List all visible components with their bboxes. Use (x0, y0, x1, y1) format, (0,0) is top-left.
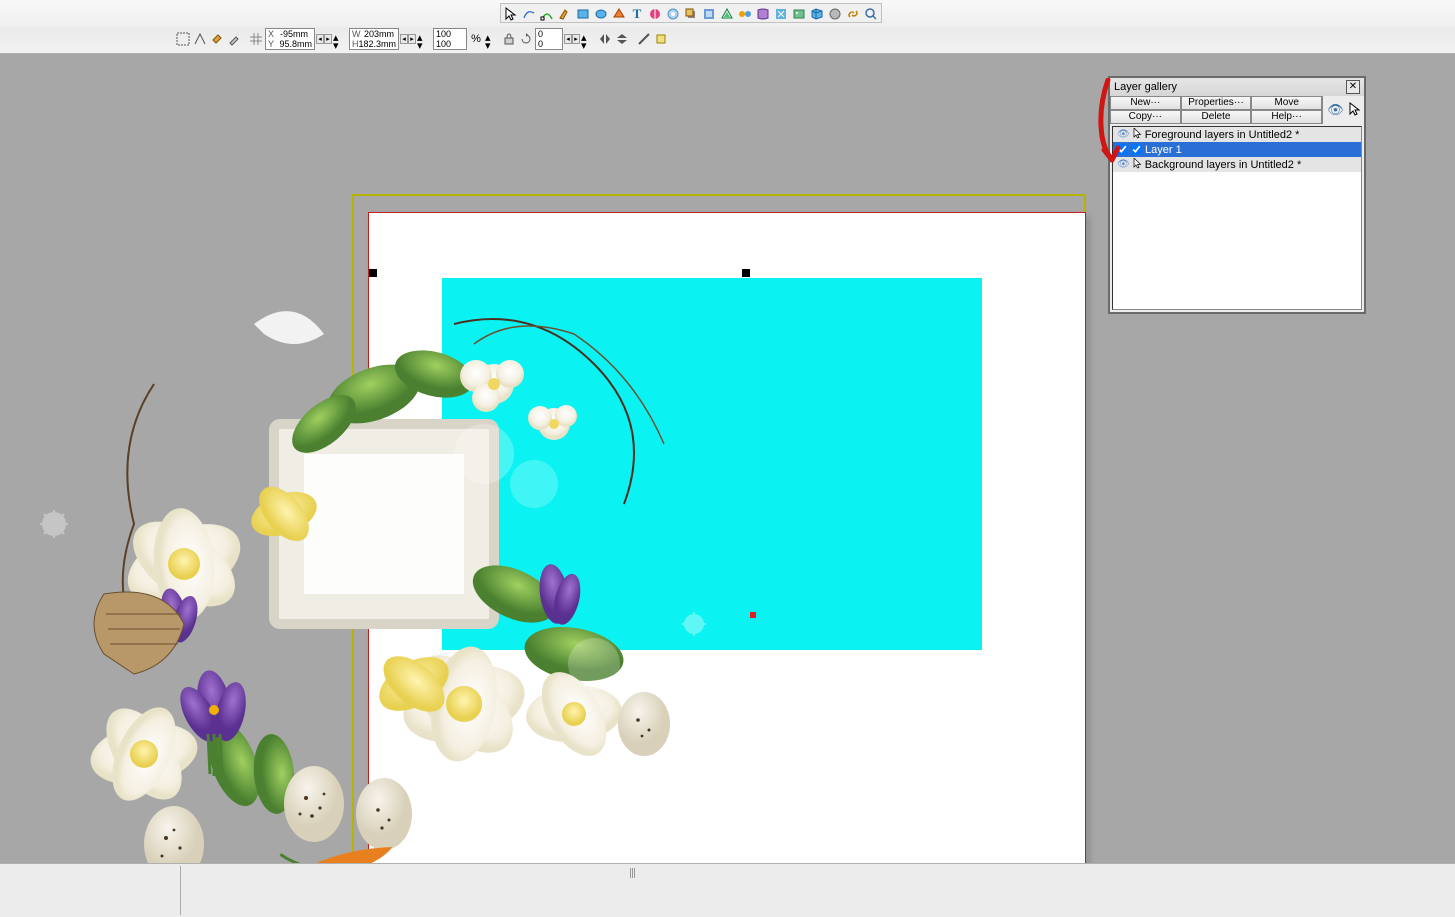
blend-tool-icon[interactable] (736, 5, 754, 23)
rot-left-spin[interactable]: ◂ (564, 34, 572, 44)
xy-right-spin[interactable]: ▸ (324, 34, 332, 44)
eyedropper-icon[interactable] (226, 31, 242, 47)
edit-handles-icon[interactable] (653, 31, 669, 47)
skew-value[interactable]: 0 (538, 40, 543, 49)
layer1-label: Layer 1 (1145, 144, 1182, 156)
link-tool-icon[interactable] (844, 5, 862, 23)
live-effect-icon[interactable] (772, 5, 790, 23)
bg-heading-label: Background layers in Untitled2 * (1145, 159, 1302, 171)
rectangle-tool-icon[interactable] (574, 5, 592, 23)
flip-horizontal-icon[interactable] (597, 31, 613, 47)
layer-new-button[interactable]: New··· (1110, 96, 1181, 110)
x-value[interactable]: -95mm (280, 30, 308, 39)
layer-move-button[interactable]: Move (1251, 96, 1322, 110)
eye-icon: 👁 (1117, 159, 1130, 170)
wh-up-spin[interactable]: ▴ (417, 31, 427, 39)
rot-up-spin[interactable]: ▴ (581, 31, 591, 39)
layer-list[interactable]: 👁 Foreground layers in Untitled2 * Layer… (1112, 126, 1362, 310)
scale-box: 100 100 (433, 28, 467, 50)
xy-down-spin[interactable]: ▾ (333, 39, 343, 47)
select-inside-icon[interactable] (192, 31, 208, 47)
h-value[interactable]: 182.3mm (359, 40, 397, 49)
wh-coord-box: W203mm H182.3mm (349, 28, 399, 50)
layer-gallery-panel[interactable]: Layer gallery ✕ New··· Properties··· Mov… (1108, 76, 1366, 314)
layer-copy-button[interactable]: Copy··· (1110, 110, 1181, 124)
xy-left-spin[interactable]: ◂ (316, 34, 324, 44)
layer-help-button[interactable]: Help··· (1251, 110, 1322, 124)
scale-up-spin[interactable]: ▴ (485, 31, 495, 39)
layer-properties-button[interactable]: Properties··· (1181, 96, 1252, 110)
status-bar (0, 863, 1455, 917)
push-tool-icon[interactable] (826, 5, 844, 23)
contour-tool-icon[interactable] (718, 5, 736, 23)
cursor-icon (1133, 128, 1142, 142)
status-grip[interactable] (630, 868, 636, 878)
layer-visibility-header: 👁 (1322, 96, 1364, 124)
scale-h-value[interactable]: 100 (436, 40, 451, 49)
freehand-tool-icon[interactable] (520, 5, 538, 23)
rotate-value[interactable]: 0 (538, 30, 543, 39)
mould-tool-icon[interactable] (754, 5, 772, 23)
layer1-visible-checkbox[interactable] (1117, 144, 1128, 155)
close-icon[interactable]: ✕ (1346, 80, 1360, 94)
percent-icon: % (468, 31, 484, 47)
option-bar: X-95mm Y95.8mm ◂▸ ▴▾ W203mm H182.3mm ◂▸ … (175, 28, 673, 50)
w-value[interactable]: 203mm (364, 30, 394, 39)
layer-row-layer1[interactable]: Layer 1 (1113, 142, 1361, 157)
zoom-tool-icon[interactable] (862, 5, 880, 23)
pen-tool-icon[interactable] (556, 5, 574, 23)
background-layers-heading[interactable]: 👁 Background layers in Untitled2 * (1113, 157, 1361, 172)
select-all-icon[interactable] (175, 31, 191, 47)
rot-down-spin[interactable]: ▾ (581, 39, 591, 47)
flip-vertical-icon[interactable] (614, 31, 630, 47)
scale-line-icon[interactable] (636, 31, 652, 47)
quickshape-tool-icon[interactable] (610, 5, 628, 23)
ellipse-tool-icon[interactable] (592, 5, 610, 23)
rotate-box: 0 0 (535, 28, 563, 50)
layer1-editable-checkbox[interactable] (1131, 144, 1142, 155)
rot-right-spin[interactable]: ▸ (572, 34, 580, 44)
layer-gallery-title: Layer gallery (1114, 81, 1177, 93)
scale-down-spin[interactable]: ▾ (485, 39, 495, 47)
scale-w-value[interactable]: 100 (436, 30, 451, 39)
cursor-icon (1348, 102, 1360, 119)
main-tool-row: T (500, 3, 882, 23)
wh-right-spin[interactable]: ▸ (408, 34, 416, 44)
shape-edit-icon[interactable] (538, 5, 556, 23)
xy-coord-box: X-95mm Y95.8mm (265, 28, 315, 50)
selection-handle-tm[interactable] (742, 269, 750, 277)
selector-tool-icon[interactable] (502, 5, 520, 23)
eye-icon: 👁 (1117, 129, 1130, 140)
wh-left-spin[interactable]: ◂ (400, 34, 408, 44)
xy-up-spin[interactable]: ▴ (333, 31, 343, 39)
wh-down-spin[interactable]: ▾ (417, 39, 427, 47)
cyan-rectangle-object[interactable] (442, 278, 982, 650)
eye-icon: 👁 (1327, 102, 1344, 118)
shadow-tool-icon[interactable] (682, 5, 700, 23)
fill-tool-icon[interactable] (646, 5, 664, 23)
fg-heading-label: Foreground layers in Untitled2 * (1145, 129, 1300, 141)
top-toolbar: T X-95mm Y95.8mm ◂▸ ▴▾ (0, 0, 1455, 54)
extrude-tool-icon[interactable] (808, 5, 826, 23)
layer-gallery-titlebar[interactable]: Layer gallery ✕ (1110, 78, 1364, 96)
rotate-icon[interactable] (518, 31, 534, 47)
lock-aspect-icon[interactable] (501, 31, 517, 47)
status-separator (180, 866, 184, 915)
text-tool-icon[interactable]: T (628, 5, 646, 23)
paint-bucket-icon[interactable] (209, 31, 225, 47)
cursor-icon (1133, 158, 1142, 172)
selection-handle-tl[interactable] (369, 269, 377, 277)
transparency-tool-icon[interactable] (664, 5, 682, 23)
foreground-layers-heading[interactable]: 👁 Foreground layers in Untitled2 * (1113, 127, 1361, 142)
photo-tool-icon[interactable] (790, 5, 808, 23)
layer-delete-button[interactable]: Delete (1181, 110, 1252, 124)
bevel-tool-icon[interactable] (700, 5, 718, 23)
y-value[interactable]: 95.8mm (279, 40, 312, 49)
grid-xy-icon[interactable] (248, 31, 264, 47)
selection-center-marker (750, 612, 756, 618)
